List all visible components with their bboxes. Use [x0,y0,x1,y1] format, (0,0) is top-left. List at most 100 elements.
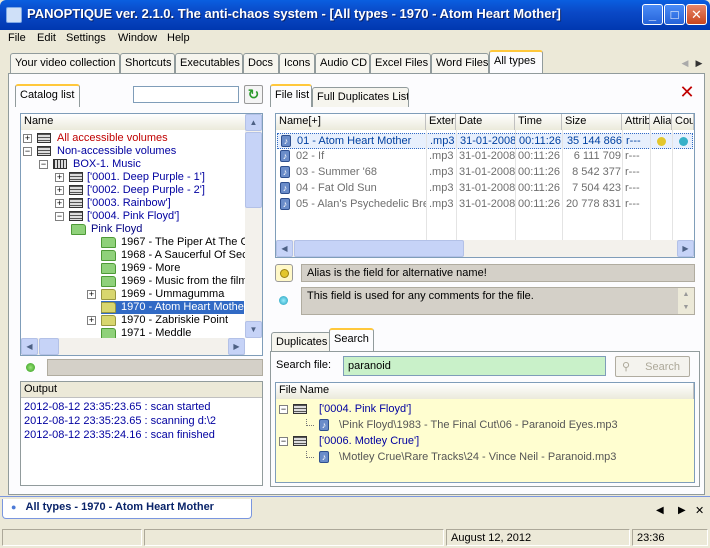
music-file-icon: ♪ [280,182,290,194]
tab-duplicates[interactable]: Duplicates [271,332,331,352]
bottom-prev-icon[interactable]: ◀ [656,505,664,516]
window-title: PANOPTIQUE ver. 2.1.0. The anti-chaos sy… [27,6,561,21]
table-row-selected[interactable]: ♪ 01 - Atom Heart Mother .mp3 31-01-2008… [277,133,693,149]
status-bar: August 12, 2012 23:36 [0,527,710,548]
search-results[interactable]: File Name − ['0004. Pink Floyd'] ♪ \Pink… [275,382,695,483]
table-row[interactable]: ♪ 02 - If .mp3 31-01-2008 00:11:26 6 111… [277,149,693,165]
bottom-next-icon[interactable]: ▶ [678,505,686,516]
disc-icon [293,404,307,414]
output-line: 2012-08-12 23:35:23.65 : scan started [24,401,211,413]
tab-executables[interactable]: Executables [175,53,243,73]
tree-vertical-scrollbar[interactable]: ▲ ▼ [245,114,262,338]
tab-catalog-list[interactable]: Catalog list [15,84,80,107]
menu-help[interactable]: Help [167,32,190,44]
folder-icon [101,276,116,287]
bottom-tab-active[interactable]: ● All types - 1970 - Atom Heart Mother [2,499,252,519]
folder-icon [101,263,116,274]
alias-dot-icon [657,137,666,146]
folder-icon [71,224,86,235]
alias-icon [275,264,293,282]
tab-scroll-left-icon[interactable]: ◀ [678,56,692,70]
scroll-thumb[interactable] [39,338,59,355]
scroll-left-icon[interactable]: ◀ [21,338,38,355]
music-file-icon: ♪ [280,198,290,210]
col-time[interactable]: Time [515,114,562,130]
tab-icons[interactable]: Icons [279,53,315,73]
status-cell-empty [2,529,142,546]
tab-your-video-collection[interactable]: Your video collection [10,53,120,73]
scroll-thumb[interactable] [245,132,262,208]
tree-header-name[interactable]: Name [21,114,247,130]
comment-text: This field is used for any comments for … [307,290,534,302]
disc-icon [69,211,83,221]
comment-icon [279,296,288,305]
maximize-button[interactable]: □ [664,4,685,25]
scroll-up-icon[interactable]: ▲ [245,114,262,131]
tab-all-types[interactable]: All types [489,50,543,73]
tab-docs[interactable]: Docs [243,53,279,73]
col-file-name[interactable]: File Name [276,383,694,399]
app-icon [6,7,22,23]
music-file-icon: ♪ [319,451,329,463]
progress-bar [47,359,263,376]
disc-icon [69,185,83,195]
disc-icon [69,198,83,208]
col-alias[interactable]: Alia [650,114,672,130]
col-name[interactable]: Name[+] [276,114,426,130]
output-lines: 2012-08-12 23:35:23.65 : scan started 20… [24,400,216,442]
tab-scroll-right-icon[interactable]: ▶ [692,56,706,70]
tab-full-duplicates-list[interactable]: Full Duplicates List [312,87,409,107]
tab-file-list[interactable]: File list [270,84,312,107]
music-file-icon: ♪ [280,166,290,178]
bottom-close-icon[interactable]: ✕ [695,504,704,517]
col-size[interactable]: Size [562,114,622,130]
menu-settings[interactable]: Settings [66,32,106,44]
title-bar[interactable]: PANOPTIQUE ver. 2.1.0. The anti-chaos sy… [0,0,710,30]
folder-icon [101,250,116,261]
table-row[interactable]: ♪ 03 - Summer '68 .mp3 31-01-2008 00:11:… [277,165,693,181]
tab-excel-files[interactable]: Excel Files [370,53,431,73]
scroll-right-icon[interactable]: ▶ [228,338,245,355]
alias-field[interactable]: Alias is the field for alternative name! [301,264,695,282]
tree-horizontal-scrollbar[interactable]: ◀ ▶ [21,338,245,355]
tab-word-files[interactable]: Word Files [431,53,489,73]
status-time: 23:36 [632,529,708,546]
scroll-thumb[interactable] [294,240,464,257]
file-list-table[interactable]: Name[+] Exter Date Time Size Attrib Alia… [275,113,695,258]
col-comment[interactable]: Cou [672,114,694,130]
folder-icon [101,289,116,300]
table-row[interactable]: ♪ 05 - Alan's Psychedelic Bre .mp3 31-01… [277,197,693,213]
menu-bar: File Edit Settings Window Help [0,30,710,48]
tab-shortcuts[interactable]: Shortcuts [120,53,175,73]
close-button[interactable]: ✕ [686,4,707,25]
scroll-right-icon[interactable]: ▶ [677,240,694,257]
col-attrib[interactable]: Attrib [622,114,650,130]
folder-icon [101,237,116,248]
tab-search[interactable]: Search [329,328,374,351]
tree-item-album-selected[interactable]: 1970 - Atom Heart Mother [101,301,248,314]
scroll-left-icon[interactable]: ◀ [276,240,293,257]
col-date[interactable]: Date [456,114,515,130]
binoculars-icon: ⚲ [622,361,631,373]
catalog-search-input[interactable] [133,86,239,103]
file-list-horizontal-scrollbar[interactable]: ◀ ▶ [276,240,694,257]
menu-file[interactable]: File [8,32,26,44]
table-row[interactable]: ♪ 04 - Fat Old Sun .mp3 31-01-2008 00:11… [277,181,693,197]
minimize-button[interactable]: _ [642,4,663,25]
col-ext[interactable]: Exter [426,114,456,130]
output-line: 2012-08-12 23:35:24.16 : scan finished [24,429,215,441]
search-button[interactable]: ⚲ Search [615,356,690,377]
music-file-icon: ♪ [280,150,290,162]
menu-window[interactable]: Window [118,32,157,44]
search-input[interactable] [343,356,606,376]
comment-field[interactable]: This field is used for any comments for … [301,287,695,315]
close-panel-icon[interactable]: ✕ [677,83,697,101]
menu-edit[interactable]: Edit [37,32,56,44]
tab-audio-cd[interactable]: Audio CD [315,53,370,73]
catalog-tree[interactable]: Name + All accessible volumes − Non-acce… [20,113,263,356]
comment-scrollbar[interactable]: ▲ ▼ [678,288,694,314]
music-file-icon: ♪ [319,419,329,431]
refresh-icon[interactable]: ↻ [244,85,263,104]
scroll-down-icon[interactable]: ▼ [245,321,262,338]
folder-icon [101,315,116,326]
